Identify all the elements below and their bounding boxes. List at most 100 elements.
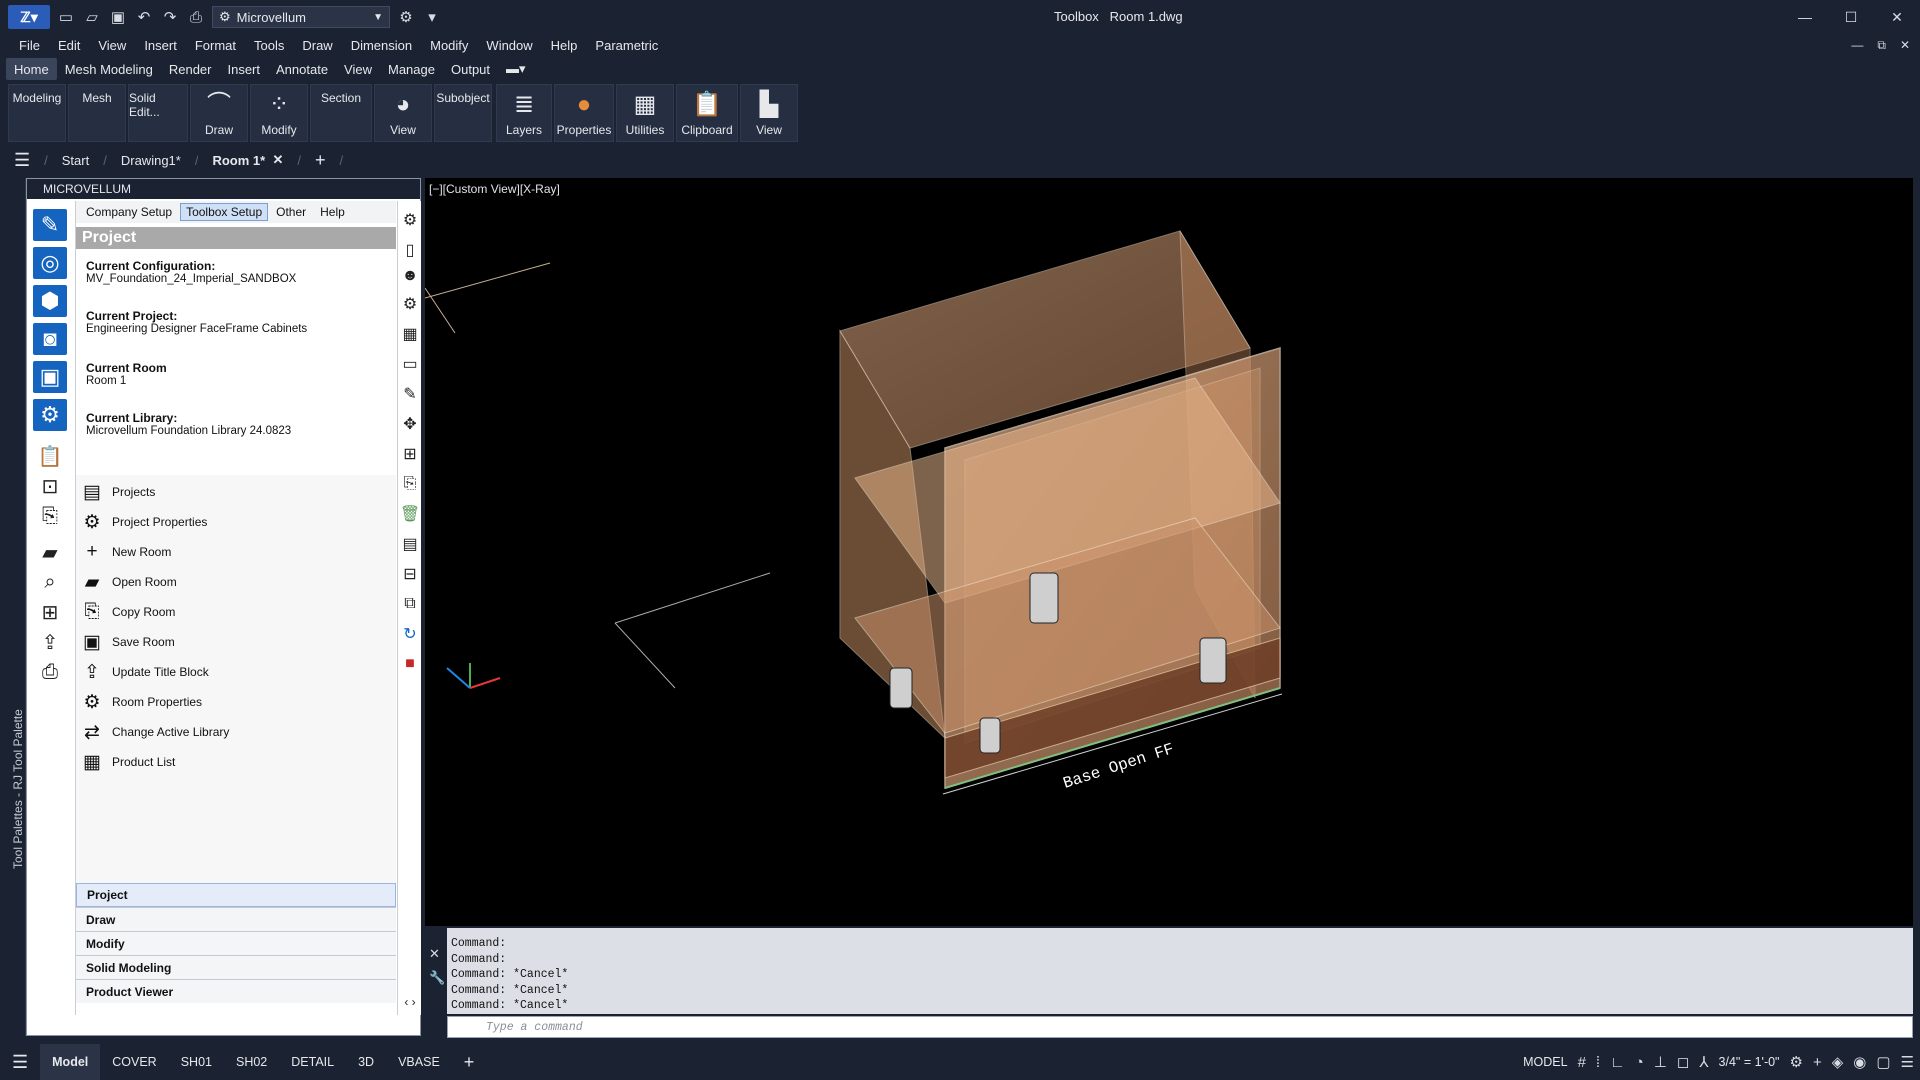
menu-insert[interactable]: Insert xyxy=(135,38,186,53)
accordion-project[interactable]: Project xyxy=(76,883,396,907)
print-icon[interactable]: ⎙ xyxy=(186,7,206,27)
app-logo[interactable]: ℤ▾ xyxy=(8,5,50,29)
ribbon-view[interactable]: ◕ View xyxy=(374,84,432,142)
ribbon-view-2[interactable]: ▙ View xyxy=(740,84,798,142)
osnap-icon[interactable]: ◻ xyxy=(1677,1053,1689,1071)
hardware-accel-icon[interactable]: ◉ xyxy=(1853,1053,1866,1071)
space-indicator[interactable]: MODEL xyxy=(1523,1055,1567,1069)
annotation-scale[interactable]: 3/4" = 1'-0" xyxy=(1719,1055,1780,1069)
action-project-properties[interactable]: ⚙ Project Properties xyxy=(80,509,207,535)
doc-close-icon[interactable]: ✕ xyxy=(1900,38,1910,52)
doc-restore-icon[interactable]: ⧉ xyxy=(1877,38,1886,53)
menu-parametric[interactable]: Parametric xyxy=(586,38,667,53)
pen-icon[interactable]: ✎ xyxy=(400,383,420,405)
wrench-icon[interactable]: 🔧 xyxy=(429,970,445,986)
tab-insert[interactable]: Insert xyxy=(219,58,268,80)
add-layout-icon[interactable]: + xyxy=(452,1044,487,1080)
ribbon-properties[interactable]: ● Properties xyxy=(554,84,614,142)
drawing-viewport[interactable]: [−][Custom View][X-Ray] Base Open FF xyxy=(425,178,1913,926)
menu-view[interactable]: View xyxy=(89,38,135,53)
ribbon-layers[interactable]: ≣ Layers xyxy=(496,84,552,142)
menu-format[interactable]: Format xyxy=(186,38,245,53)
document-icon[interactable]: ▯ xyxy=(400,239,420,261)
ortho-icon[interactable]: ∟ xyxy=(1610,1054,1625,1071)
isodraft-icon[interactable]: ⊥ xyxy=(1654,1053,1667,1071)
spiral-tool-icon[interactable]: ◎ xyxy=(33,247,67,279)
menu-dimension[interactable]: Dimension xyxy=(342,38,421,53)
minimize-icon[interactable]: — xyxy=(1782,0,1828,34)
accordion-solid-modeling[interactable]: Solid Modeling xyxy=(76,955,396,979)
printer-icon[interactable]: ⎙ xyxy=(37,659,63,685)
document-arrow-icon[interactable]: ⇪ xyxy=(37,629,63,655)
layout-tab-cover[interactable]: COVER xyxy=(100,1044,168,1080)
settings-icon[interactable]: ⚙ xyxy=(400,293,420,315)
tab-render[interactable]: Render xyxy=(161,58,220,80)
action-save-room[interactable]: ▣ Save Room xyxy=(80,629,175,655)
search-document-icon[interactable]: ⌕ xyxy=(37,569,63,595)
action-projects[interactable]: ▤ Projects xyxy=(80,479,155,505)
scroll-arrows-icon[interactable]: ‹ › xyxy=(400,991,420,1013)
action-copy-room[interactable]: ⎘ Copy Room xyxy=(80,599,175,625)
isolate-icon[interactable]: ◈ xyxy=(1832,1053,1844,1071)
refresh-icon[interactable]: ↻ xyxy=(400,623,420,645)
snap-icon[interactable]: ⁞ xyxy=(1596,1054,1600,1071)
person-icon[interactable]: ☻ xyxy=(400,265,420,287)
table-icon[interactable]: ▦ xyxy=(400,323,420,345)
ribbon-solid-edit[interactable]: Solid Edit... xyxy=(128,84,188,142)
new-file-icon[interactable]: ▭ xyxy=(56,7,76,27)
layout-tab-sh01[interactable]: SH01 xyxy=(169,1044,224,1080)
doc-icon[interactable]: ▤ xyxy=(400,533,420,555)
gear-icon[interactable]: ⚙ xyxy=(1790,1053,1803,1071)
tab-output[interactable]: Output xyxy=(443,58,498,80)
pdf-icon[interactable]: ■ xyxy=(400,653,420,675)
page-icon[interactable]: ▭ xyxy=(400,353,420,375)
menu-edit[interactable]: Edit xyxy=(49,38,89,53)
accordion-modify[interactable]: Modify xyxy=(76,931,396,955)
menu-help[interactable]: Help xyxy=(542,38,587,53)
layout-icon[interactable]: ⊞ xyxy=(400,443,420,465)
tab-view[interactable]: View xyxy=(336,58,380,80)
workspace-settings-icon[interactable]: ⚙ xyxy=(396,7,416,27)
menu-tools[interactable]: Tools xyxy=(245,38,293,53)
clean-screen-icon[interactable]: ▢ xyxy=(1876,1053,1890,1071)
close-tab-icon[interactable]: ✕ xyxy=(272,152,283,168)
doc-tab-drawing1[interactable]: Drawing1* xyxy=(107,147,195,173)
save-icon[interactable]: ▣ xyxy=(108,7,128,27)
action-room-properties[interactable]: ⚙ Room Properties xyxy=(80,689,202,715)
ribbon-clipboard[interactable]: 📋 Clipboard xyxy=(676,84,738,142)
command-input[interactable]: Type a command xyxy=(447,1016,1913,1038)
move-icon[interactable]: ✥ xyxy=(400,413,420,435)
camera-tool-icon[interactable]: ◙ xyxy=(33,323,67,355)
gear-icon[interactable]: ⚙ xyxy=(400,209,420,231)
close-icon[interactable]: ✕ xyxy=(1874,0,1920,34)
tab-help[interactable]: Help xyxy=(314,203,351,221)
maximize-icon[interactable]: ☐ xyxy=(1828,0,1874,34)
menu-window[interactable]: Window xyxy=(477,38,541,53)
ribbon-utilities[interactable]: ▦ Utilities xyxy=(616,84,674,142)
tab-home[interactable]: Home xyxy=(6,58,57,80)
plus-icon[interactable]: + xyxy=(1813,1054,1822,1071)
ribbon-modeling[interactable]: Modeling xyxy=(8,84,66,142)
cube-tool-icon[interactable]: ⬢ xyxy=(33,285,67,317)
action-new-room[interactable]: + New Room xyxy=(80,539,171,565)
ribbon-options-icon[interactable]: ▬▾ xyxy=(498,58,534,80)
tab-company-setup[interactable]: Company Setup xyxy=(80,203,178,221)
menu-draw[interactable]: Draw xyxy=(293,38,341,53)
monitor-tool-icon[interactable]: ▣ xyxy=(33,361,67,393)
frame-icon[interactable]: ⊟ xyxy=(400,563,420,585)
ribbon-section[interactable]: Section xyxy=(310,84,372,142)
ribbon-draw[interactable]: ⌒ Draw xyxy=(190,84,248,142)
annotation-icon[interactable]: ⅄ xyxy=(1699,1053,1708,1071)
tab-manage[interactable]: Manage xyxy=(380,58,443,80)
ribbon-subobject[interactable]: Subobject xyxy=(434,84,492,142)
undo-icon[interactable]: ↶ xyxy=(134,7,154,27)
pencil-tool-icon[interactable]: ✎ xyxy=(33,209,67,241)
open-file-icon[interactable]: ▱ xyxy=(82,7,102,27)
ribbon-modify[interactable]: ⁘ Modify xyxy=(250,84,308,142)
folder-open-icon[interactable]: ▰ xyxy=(37,539,63,565)
layout-tab-vbase[interactable]: VBASE xyxy=(386,1044,452,1080)
close-icon[interactable]: ✕ xyxy=(429,946,440,962)
layout-tab-sh02[interactable]: SH02 xyxy=(224,1044,279,1080)
window-icon[interactable]: ⊡ xyxy=(37,473,63,499)
workspace-select[interactable]: ⚙ Microvellum ▼ xyxy=(212,6,390,28)
